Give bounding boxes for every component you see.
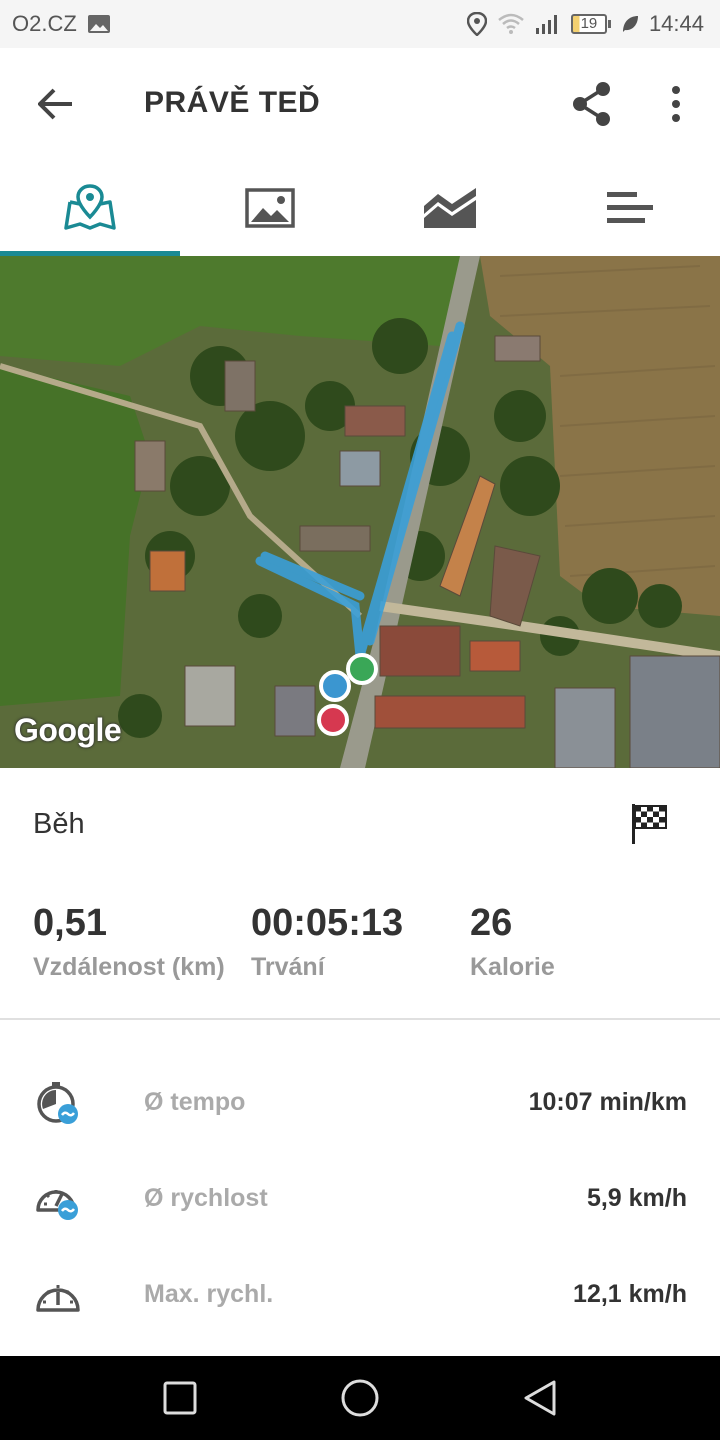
tab-photos[interactable] xyxy=(180,160,360,256)
signal-icon xyxy=(535,15,557,34)
max-speed-value: 12,1 km/h xyxy=(573,1280,687,1308)
circle-icon xyxy=(341,1379,379,1417)
home-button[interactable] xyxy=(338,1376,382,1420)
image-icon xyxy=(245,188,295,228)
share-icon xyxy=(573,82,610,126)
distance-label: Vzdálenost (km) xyxy=(33,953,225,981)
duration-label: Trvání xyxy=(251,953,325,981)
stat-row-avg-speed: Ø rychlost 5,9 km/h xyxy=(0,1152,720,1248)
page-title: PRÁVĚ TEĎ xyxy=(144,86,321,119)
stat-row-max-speed: Max. rychl. 12,1 km/h xyxy=(0,1248,720,1344)
pace-icon xyxy=(34,1080,82,1128)
triangle-back-icon xyxy=(524,1380,556,1416)
tab-charts[interactable] xyxy=(360,160,540,256)
stat-row-pace: Ø tempo 10:07 min/km xyxy=(0,1056,720,1152)
more-options-button[interactable] xyxy=(656,80,696,128)
calories-summary: 26 Kalorie xyxy=(470,902,555,982)
pace-value: 10:07 min/km xyxy=(528,1088,687,1116)
avg-speed-label: Ø rychlost xyxy=(144,1184,268,1212)
avg-speed-value: 5,9 km/h xyxy=(586,1184,687,1212)
carrier-name: O2.CZ xyxy=(12,11,77,36)
summary-panel: 0,51 Vzdálenost (km) 00:05:13 Trvání 26 … xyxy=(0,880,720,1020)
area-chart-icon xyxy=(424,188,476,228)
checkered-flag-icon xyxy=(632,804,667,844)
pace-label: Ø tempo xyxy=(144,1088,246,1116)
route-map[interactable] xyxy=(0,256,720,768)
activity-type: Běh xyxy=(33,808,85,840)
arrow-back-icon xyxy=(38,88,72,120)
wifi-icon xyxy=(498,13,524,34)
distance-value: 0,51 xyxy=(33,902,107,944)
start-marker xyxy=(346,653,378,685)
battery-icon: 19 xyxy=(570,14,611,34)
system-nav-bar xyxy=(0,1356,720,1440)
square-icon xyxy=(163,1381,197,1415)
back-button[interactable] xyxy=(34,82,78,126)
calories-value: 26 xyxy=(470,902,513,944)
max-speed-label: Max. rychl. xyxy=(144,1280,274,1308)
tab-map[interactable] xyxy=(0,160,180,256)
duration-summary: 00:05:13 Trvání xyxy=(251,902,403,982)
end-marker xyxy=(317,704,349,736)
more-vert-icon xyxy=(672,86,680,122)
activity-header: Běh xyxy=(0,768,720,880)
duration-value: 00:05:13 xyxy=(251,902,404,944)
recents-button[interactable] xyxy=(158,1376,202,1420)
satellite-map xyxy=(0,256,720,768)
app-bar: PRÁVĚ TEĎ xyxy=(0,48,720,160)
current-marker xyxy=(319,670,351,702)
finish-flag-button[interactable] xyxy=(630,802,668,846)
calories-label: Kalorie xyxy=(470,953,555,981)
google-attribution: Google xyxy=(14,712,122,748)
distance-summary: 0,51 Vzdálenost (km) xyxy=(33,902,225,982)
bars-icon xyxy=(607,192,653,223)
image-notification-icon xyxy=(87,15,110,33)
clock: 14:44 xyxy=(648,11,704,36)
map-pin-icon xyxy=(64,184,116,230)
speedometer-icon xyxy=(34,1272,82,1320)
tab-laps[interactable] xyxy=(540,160,720,256)
tab-bar xyxy=(0,160,720,256)
leaf-icon xyxy=(622,16,638,32)
share-button[interactable] xyxy=(568,80,616,128)
location-icon xyxy=(466,12,487,36)
status-bar: O2.CZ 19 14:44 xyxy=(0,0,720,48)
nav-back-button[interactable] xyxy=(518,1376,562,1420)
avg-speed-icon xyxy=(34,1176,82,1224)
